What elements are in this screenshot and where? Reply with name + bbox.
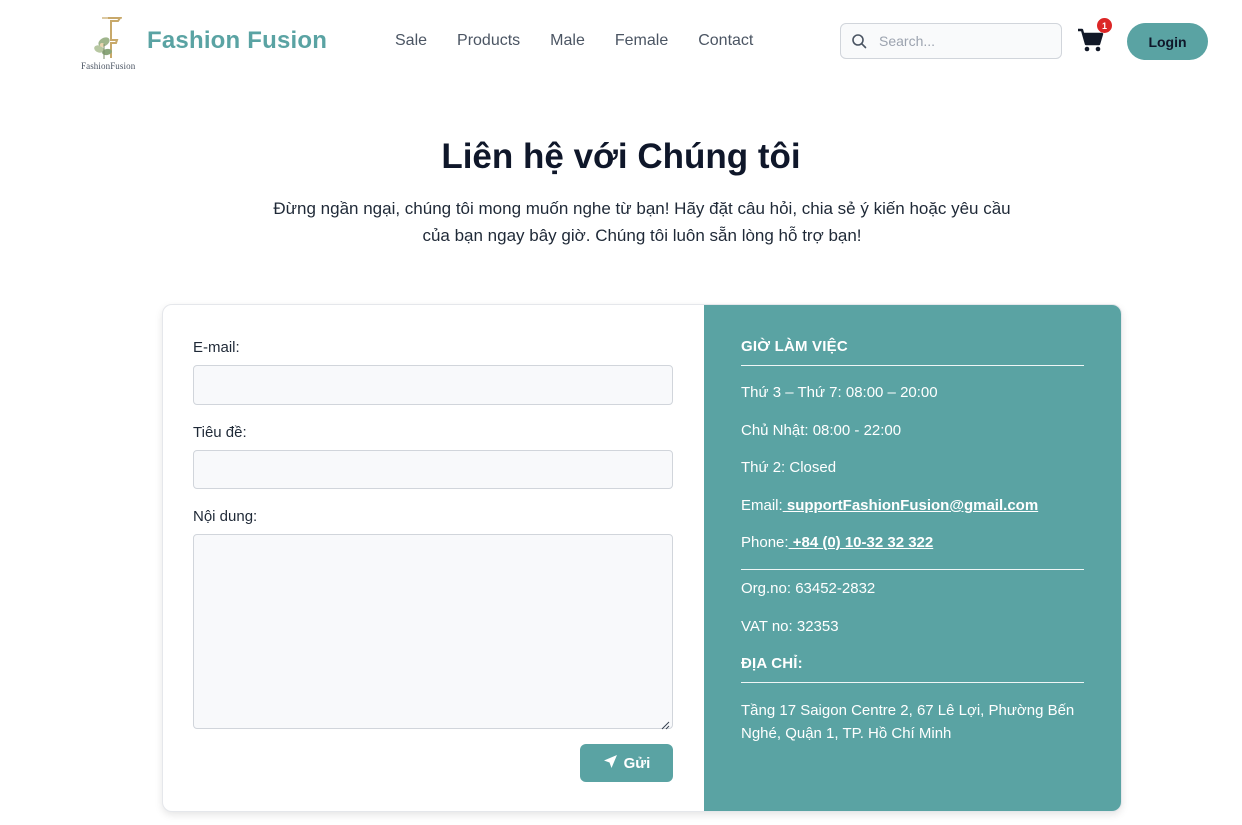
- hours-line: Thứ 2: Closed: [741, 459, 837, 476]
- nav-sale[interactable]: Sale: [395, 31, 427, 51]
- contact-card: E-mail: Tiêu đề: Nội dung: Gửi GIỜ LÀM V…: [162, 304, 1122, 812]
- search-input[interactable]: [879, 33, 1049, 49]
- subject-label: Tiêu đề:: [193, 424, 247, 441]
- address-text: Tầng 17 Saigon Centre 2, 67 Lê Lợi, Phườ…: [741, 702, 1075, 742]
- address-heading: ĐỊA CHỈ:: [741, 655, 803, 672]
- hours-line: Thứ 3 – Thứ 7: 08:00 – 20:00: [741, 384, 938, 401]
- send-label: Gửi: [623, 754, 651, 772]
- phone-info: Phone: +84 (0) 10-32 32 322: [741, 534, 933, 551]
- brand-name[interactable]: Fashion Fusion: [147, 27, 327, 55]
- nav-products[interactable]: Products: [457, 31, 520, 51]
- divider: [741, 682, 1084, 683]
- hours-line: Chủ Nhật: 08:00 - 22:00: [741, 422, 902, 439]
- contact-form: E-mail: Tiêu đề: Nội dung: Gửi: [163, 305, 704, 811]
- hours-heading: GIỜ LÀM VIỆC: [741, 338, 848, 355]
- subject-field[interactable]: [193, 450, 673, 489]
- subtitle-line-2: của bạn ngay bây giờ. Chúng tôi luôn sẵn…: [422, 226, 862, 245]
- phone-link[interactable]: +84 (0) 10-32 32 322: [789, 534, 934, 551]
- content-textarea[interactable]: [193, 534, 673, 730]
- email-info: Email: supportFashionFusion@gmail.com: [741, 497, 1038, 514]
- contact-info-panel: GIỜ LÀM VIỆC Thứ 3 – Thứ 7: 08:00 – 20:0…: [704, 305, 1121, 811]
- org-number: Org.no: 63452-2832: [741, 580, 876, 597]
- phone-prefix: Phone:: [741, 534, 789, 551]
- cart-count-badge: 1: [1097, 18, 1112, 33]
- nav-female[interactable]: Female: [615, 31, 668, 51]
- email-link[interactable]: supportFashionFusion@gmail.com: [783, 497, 1038, 514]
- send-button[interactable]: Gửi: [580, 744, 673, 782]
- main-nav: Sale Products Male Female Contact: [395, 31, 783, 51]
- site-header: FashionFusion Fashion Fusion Sale Produc…: [0, 0, 1242, 84]
- content-label: Nội dung:: [193, 508, 258, 525]
- nav-contact[interactable]: Contact: [698, 31, 753, 51]
- logo-text: FashionFusion: [81, 61, 136, 71]
- subtitle-line-1: Đừng ngần ngại, chúng tôi mong muốn nghe…: [273, 199, 1011, 218]
- page-subtitle: Đừng ngần ngại, chúng tôi mong muốn nghe…: [271, 195, 1013, 249]
- resize-handle-icon[interactable]: [661, 717, 670, 730]
- divider: [741, 569, 1084, 570]
- email-field[interactable]: [193, 365, 673, 405]
- login-button[interactable]: Login: [1127, 23, 1208, 60]
- divider: [741, 365, 1084, 366]
- page-title: Liên hệ với Chúng tôi: [441, 137, 801, 176]
- email-prefix: Email:: [741, 497, 783, 514]
- vat-number: VAT no: 32353: [741, 618, 839, 635]
- search-icon: [851, 33, 867, 49]
- send-icon: [603, 754, 618, 773]
- email-label: E-mail:: [193, 339, 240, 356]
- search-box: [840, 23, 1062, 59]
- nav-male[interactable]: Male: [550, 31, 585, 51]
